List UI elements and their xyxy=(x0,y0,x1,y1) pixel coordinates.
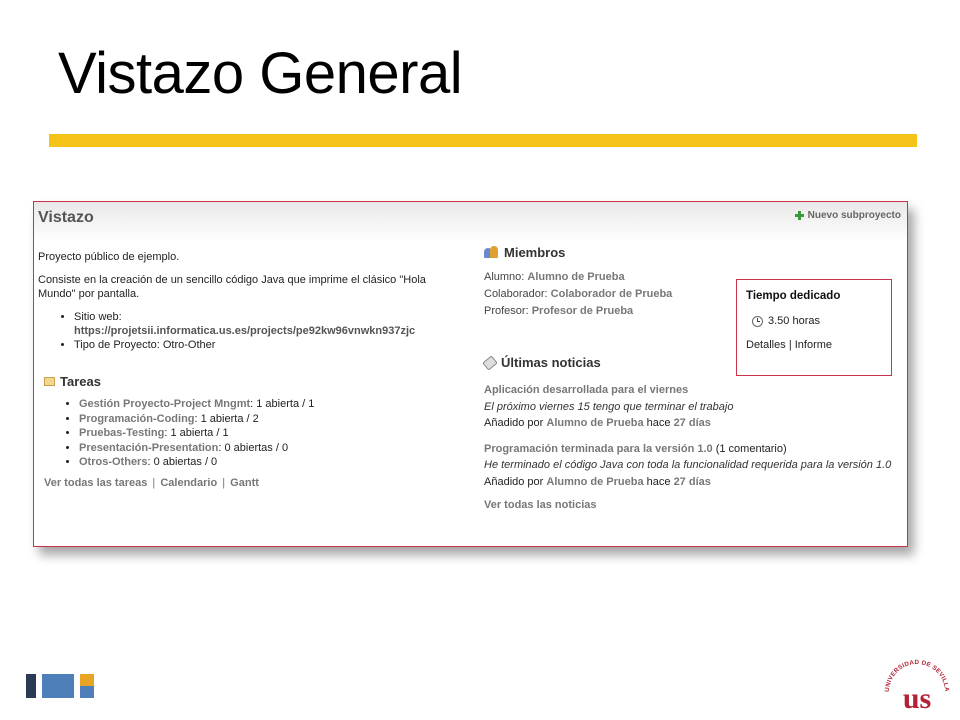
university-logo: UNIVERSIDAD DE SEVILLA us xyxy=(884,659,950,714)
tracker-link[interactable]: Presentación-Presentation xyxy=(79,442,218,454)
list-item: Programación-Coding: 1 abierta / 2 xyxy=(79,412,464,427)
tasks-icon xyxy=(44,377,55,386)
tracker-counts: : 0 abiertas / 0 xyxy=(147,456,218,468)
all-tasks-link[interactable]: Ver todas las tareas xyxy=(44,477,147,489)
accent-bar xyxy=(49,134,917,147)
added-by-label: Añadido por xyxy=(484,417,544,429)
news-item: Programación terminada para la versión 1… xyxy=(484,441,904,491)
news-meta: Añadido por Alumno de Prueba hace 27 día… xyxy=(484,474,904,491)
member-link[interactable]: Alumno de Prueba xyxy=(527,271,624,283)
description-detail: Consiste en la creación de un sencillo c… xyxy=(38,274,426,300)
type-label: Tipo de Proyecto: xyxy=(74,339,160,351)
footer-decoration xyxy=(26,674,94,698)
member-row: Profesor: Profesor de Prueba xyxy=(484,303,744,320)
news-heading: Últimas noticias xyxy=(482,354,904,371)
news-title-link[interactable]: Aplicación desarrollada para el viernes xyxy=(484,384,688,396)
ago-link[interactable]: 27 días xyxy=(674,476,711,488)
news-section: Últimas noticias Aplicación desarrollada… xyxy=(482,354,904,511)
time-spent-links: Detalles | Informe xyxy=(746,339,882,351)
ago-link[interactable]: 27 días xyxy=(674,417,711,429)
project-description: Proyecto público de ejemplo. Consiste en… xyxy=(38,250,458,352)
list-item: Otros-Others: 0 abiertas / 0 xyxy=(79,455,464,470)
new-subproject-label: Nuevo subproyecto xyxy=(807,210,901,221)
tasks-heading-label: Tareas xyxy=(60,374,101,389)
tasks-list: Gestión Proyecto-Project Mngmt: 1 abiert… xyxy=(79,397,464,470)
time-spent-title: Tiempo dedicado xyxy=(746,290,841,302)
screenshot-frame: Vistazo Nuevo subproyecto Proyecto públi… xyxy=(33,201,908,547)
attribute-type: Tipo de Proyecto: Otro-Other xyxy=(74,338,458,352)
tracker-counts: : 1 abierta / 1 xyxy=(164,427,229,439)
member-row: Colaborador: Colaborador de Prueba xyxy=(484,286,744,303)
news-heading-label: Últimas noticias xyxy=(501,355,601,370)
list-item: Pruebas-Testing: 1 abierta / 1 xyxy=(79,426,464,441)
tracker-link[interactable]: Programación-Coding xyxy=(79,413,195,425)
footer-block xyxy=(80,674,94,698)
tracker-counts: : 1 abierta / 1 xyxy=(250,398,315,410)
description-intro: Proyecto público de ejemplo. xyxy=(38,251,180,263)
author-link[interactable]: Alumno de Prueba xyxy=(546,417,643,429)
gantt-link[interactable]: Gantt xyxy=(230,477,259,489)
tracker-link[interactable]: Gestión Proyecto-Project Mngmt xyxy=(79,398,250,410)
member-link[interactable]: Colaborador de Prueba xyxy=(551,288,673,300)
time-spent-hours: 3.50 horas xyxy=(752,315,882,327)
page-heading: Vistazo xyxy=(38,209,94,226)
member-role: Colaborador: xyxy=(484,288,548,300)
new-subproject-link[interactable]: Nuevo subproyecto xyxy=(794,210,901,221)
all-news-link[interactable]: Ver todas las noticias xyxy=(484,499,904,511)
ago-prefix: hace xyxy=(646,475,671,488)
news-description: He terminado el código Java con toda la … xyxy=(484,459,892,471)
member-role: Profesor: xyxy=(484,305,529,317)
list-item: Presentación-Presentation: 0 abiertas / … xyxy=(79,441,464,456)
footer-block xyxy=(26,674,36,698)
tag-icon xyxy=(482,354,498,371)
footer-block xyxy=(42,674,74,698)
author-link[interactable]: Alumno de Prueba xyxy=(546,476,643,488)
members-heading-label: Miembros xyxy=(504,245,566,260)
calendar-link[interactable]: Calendario xyxy=(160,477,217,489)
tracker-counts: : 0 abiertas / 0 xyxy=(218,441,289,454)
members-icon xyxy=(484,246,499,259)
website-link[interactable]: https://projetsii.informatica.us.es/proj… xyxy=(74,325,415,337)
separator: | xyxy=(152,476,156,489)
separator: | xyxy=(788,339,792,351)
news-description: El próximo viernes 15 tengo que terminar… xyxy=(484,400,734,413)
attribute-website: Sitio web: https://projetsii.informatica… xyxy=(74,310,458,338)
news-title-link[interactable]: Programación terminada para la versión 1… xyxy=(484,443,713,455)
news-list: Aplicación desarrollada para el viernes … xyxy=(484,382,904,490)
separator: | xyxy=(222,476,226,489)
slide-title: Vistazo General xyxy=(58,41,463,106)
tracker-link[interactable]: Otros-Others xyxy=(79,456,147,468)
news-comments: (1 comentario) xyxy=(712,442,787,455)
list-item: Gestión Proyecto-Project Mngmt: 1 abiert… xyxy=(79,397,464,412)
tasks-heading: Tareas xyxy=(44,374,464,389)
plus-icon xyxy=(794,211,804,220)
svg-text:us: us xyxy=(903,682,931,714)
members-heading: Miembros xyxy=(484,245,744,260)
overview-page: Vistazo Nuevo subproyecto Proyecto públi… xyxy=(34,202,907,546)
members-list: Alumno: Alumno de Prueba Colaborador: Co… xyxy=(484,269,744,320)
tracker-counts: : 1 abierta / 2 xyxy=(194,412,259,425)
tracker-link[interactable]: Pruebas-Testing xyxy=(79,427,164,439)
added-by-label: Añadido por xyxy=(484,475,544,488)
tasks-section: Tareas Gestión Proyecto-Project Mngmt: 1… xyxy=(44,374,464,489)
details-link[interactable]: Detalles xyxy=(746,339,786,351)
news-item: Aplicación desarrollada para el viernes … xyxy=(484,382,904,432)
clock-icon xyxy=(752,315,763,327)
ago-prefix: hace xyxy=(646,417,671,429)
member-role: Alumno: xyxy=(484,271,525,283)
type-value: Otro-Other xyxy=(162,339,216,351)
news-meta: Añadido por Alumno de Prueba hace 27 día… xyxy=(484,415,904,432)
website-label: Sitio web: xyxy=(74,311,122,323)
report-link[interactable]: Informe xyxy=(795,339,832,351)
members-section: Miembros Alumno: Alumno de Prueba Colabo… xyxy=(484,245,744,320)
tasks-links: Ver todas las tareas | Calendario | Gant… xyxy=(44,477,464,489)
hours-value: 3.50 horas xyxy=(768,315,820,327)
member-link[interactable]: Profesor de Prueba xyxy=(532,305,633,317)
member-row: Alumno: Alumno de Prueba xyxy=(484,269,744,286)
project-attributes: Sitio web: https://projetsii.informatica… xyxy=(74,310,458,352)
